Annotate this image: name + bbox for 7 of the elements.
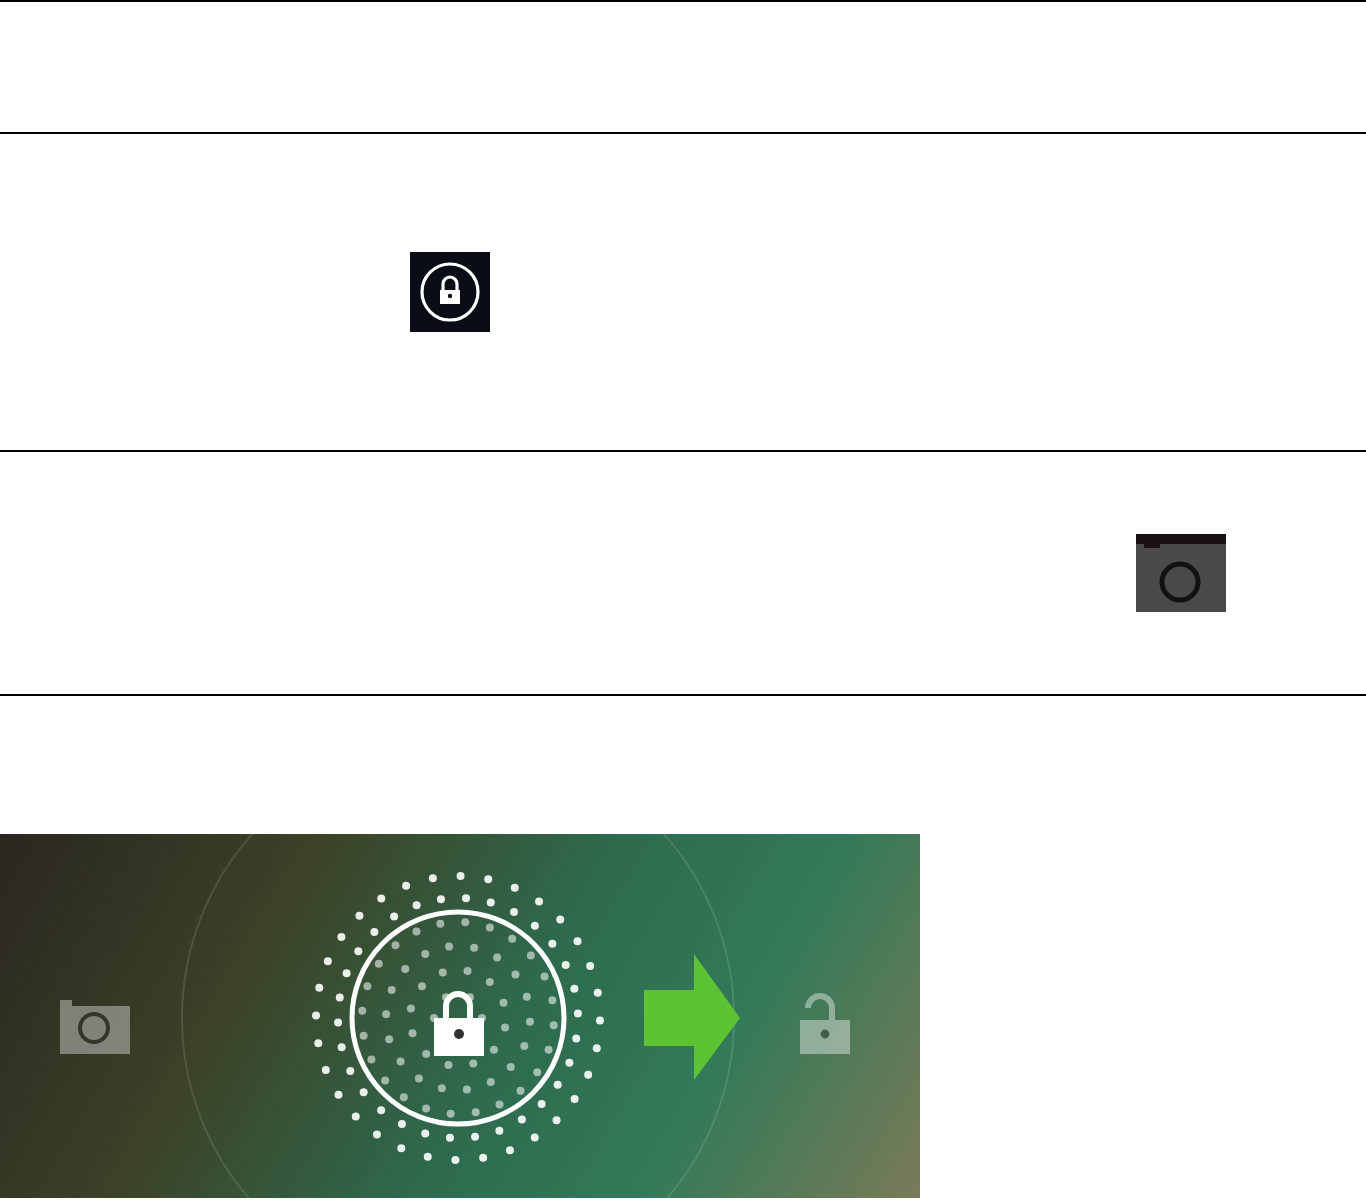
arrow-icon (644, 954, 740, 1080)
camera-icon (1136, 534, 1226, 612)
lock-icon (410, 252, 490, 332)
lock-icon (434, 991, 484, 1056)
camera-icon[interactable] (60, 1000, 130, 1054)
unlock-icon[interactable] (800, 993, 850, 1054)
lock-handle[interactable] (349, 909, 567, 1127)
